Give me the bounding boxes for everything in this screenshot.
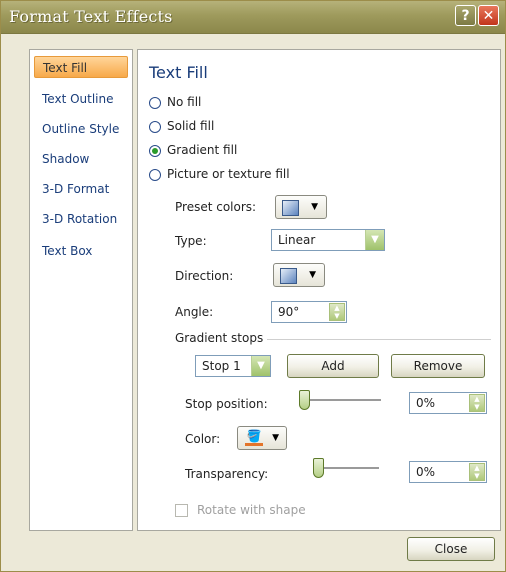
transparency-spinner[interactable]: 0% ▲ ▼ <box>409 461 487 483</box>
chevron-down-icon: ▼ <box>311 202 318 212</box>
transparency-value: 0% <box>416 465 436 479</box>
no-fill-label: No fill <box>167 95 202 109</box>
no-fill-radio[interactable]: No fill <box>149 93 201 111</box>
type-label: Type: <box>175 234 207 248</box>
panel-heading: Text Fill <box>149 63 208 82</box>
close-window-button[interactable]: ✕ <box>478 5 499 26</box>
sidebar-item-text-fill[interactable]: Text Fill <box>34 56 128 78</box>
sidebar-item-text-box[interactable]: Text Box <box>34 240 128 262</box>
color-button[interactable]: 🪣 ▼ <box>237 426 287 450</box>
rotate-with-shape-checkbox[interactable] <box>175 504 188 517</box>
angle-spinner[interactable]: 90° ▲ ▼ <box>271 301 347 323</box>
type-value: Linear <box>278 233 316 247</box>
transparency-track[interactable] <box>317 467 379 470</box>
stop-position-spinner[interactable]: 0% ▲ ▼ <box>409 392 487 414</box>
sidebar-item-shadow[interactable]: Shadow <box>34 148 128 170</box>
picture-texture-fill-label: Picture or texture fill <box>167 167 290 181</box>
spinner-arrows-icon[interactable]: ▲ ▼ <box>469 463 485 481</box>
direction-label: Direction: <box>175 269 234 283</box>
paint-bucket-icon: 🪣 <box>246 429 262 443</box>
radio-indicator <box>149 96 161 109</box>
help-button[interactable]: ? <box>455 5 476 26</box>
preset-colors-label: Preset colors: <box>175 200 257 214</box>
gradient-stops-divider <box>267 339 491 340</box>
stop-value: Stop 1 <box>202 359 241 373</box>
angle-value: 90° <box>278 305 300 319</box>
preset-colors-button[interactable]: ▼ <box>275 195 327 219</box>
direction-swatch-icon <box>280 268 297 284</box>
direction-button[interactable]: ▼ <box>273 263 325 287</box>
window-title: Format Text Effects <box>9 7 173 26</box>
transparency-thumb[interactable] <box>313 458 324 478</box>
spinner-arrows-icon[interactable]: ▲ ▼ <box>329 303 345 321</box>
solid-fill-label: Solid fill <box>167 119 215 133</box>
rotate-with-shape-label: Rotate with shape <box>197 503 306 517</box>
transparency-label: Transparency: <box>185 467 269 481</box>
remove-stop-button[interactable]: Remove <box>391 354 485 378</box>
chevron-down-icon: ▼ <box>251 356 270 376</box>
angle-label: Angle: <box>175 305 214 319</box>
chevron-down-icon: ▼ <box>272 433 279 443</box>
gradient-fill-label: Gradient fill <box>167 143 238 157</box>
color-bar <box>245 443 263 446</box>
gradient-fill-radio[interactable]: Gradient fill <box>149 141 237 159</box>
close-icon: ✕ <box>482 8 495 24</box>
chevron-down-icon: ▼ <box>365 230 384 250</box>
solid-fill-radio[interactable]: Solid fill <box>149 117 214 135</box>
stop-select[interactable]: Stop 1 ▼ <box>195 355 271 377</box>
stop-position-label: Stop position: <box>185 397 268 411</box>
chevron-down-icon: ▼ <box>309 270 316 280</box>
gradient-stops-label: Gradient stops <box>175 331 264 345</box>
stop-position-value: 0% <box>416 396 436 410</box>
category-sidebar: Text Fill Text Outline Outline Style Sha… <box>29 49 133 531</box>
gradient-swatch-icon <box>282 200 299 216</box>
stop-position-thumb[interactable] <box>299 390 310 410</box>
question-icon: ? <box>461 8 470 24</box>
sidebar-item-outline-style[interactable]: Outline Style <box>34 118 128 140</box>
close-button[interactable]: Close <box>407 537 495 561</box>
sidebar-item-3d-rotation[interactable]: 3-D Rotation <box>34 208 128 230</box>
picture-texture-fill-radio[interactable]: Picture or texture fill <box>149 165 290 183</box>
radio-indicator <box>149 168 161 181</box>
format-text-effects-dialog: Format Text Effects ? ✕ Text Fill Text O… <box>0 0 506 572</box>
sidebar-item-3d-format[interactable]: 3-D Format <box>34 178 128 200</box>
radio-indicator <box>149 120 161 133</box>
radio-indicator-checked <box>149 144 161 157</box>
add-stop-button[interactable]: Add <box>287 354 379 378</box>
title-bar[interactable]: Format Text Effects ? ✕ <box>1 1 505 34</box>
sidebar-item-text-outline[interactable]: Text Outline <box>34 88 128 110</box>
color-label: Color: <box>185 432 221 446</box>
type-select[interactable]: Linear ▼ <box>271 229 385 251</box>
spinner-arrows-icon[interactable]: ▲ ▼ <box>469 394 485 412</box>
stop-position-track[interactable] <box>303 399 381 402</box>
